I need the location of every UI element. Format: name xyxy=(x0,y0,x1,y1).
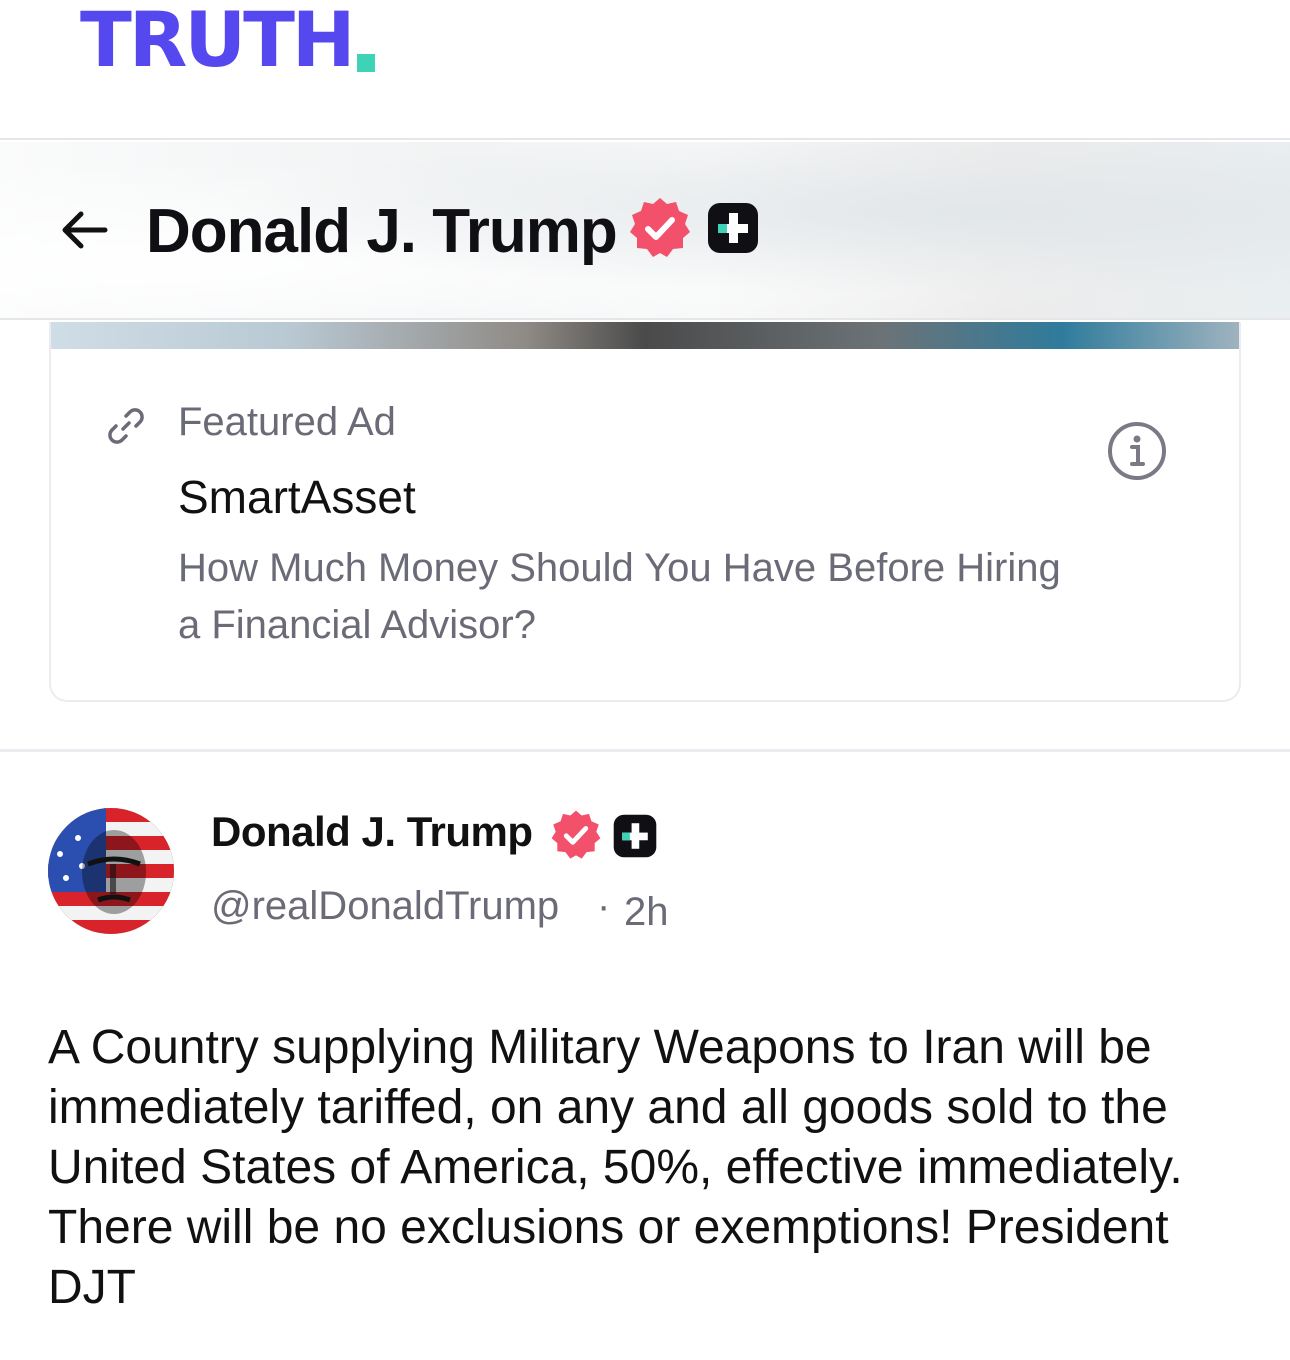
post-body: A Country supplying Military Weapons to … xyxy=(48,1021,1183,1314)
feed-divider xyxy=(0,749,1290,752)
truth-plus-icon xyxy=(708,203,758,253)
truth-logo[interactable]: TRUTH xyxy=(80,2,375,78)
link-icon xyxy=(108,408,144,444)
featured-ad-label: Featured Ad xyxy=(178,400,396,444)
ad-advertiser[interactable]: SmartAsset xyxy=(178,470,416,524)
truth-social-app: TRUTH Donald J. Trump Featured Ad SmartA… xyxy=(0,0,1290,1360)
info-icon[interactable] xyxy=(1106,420,1168,482)
author-handle[interactable]: @realDonaldTrump xyxy=(211,884,559,929)
brand-bar: TRUTH xyxy=(0,0,1290,140)
avatar-image xyxy=(48,808,174,934)
back-button[interactable] xyxy=(56,202,112,258)
page-title: Donald J. Trump xyxy=(146,197,618,266)
verified-badge-icon xyxy=(551,810,601,859)
verified-badge-icon xyxy=(630,198,690,257)
logo-dot xyxy=(356,54,375,72)
meta-separator: · xyxy=(597,884,611,928)
author-name[interactable]: Donald J. Trump xyxy=(211,808,533,856)
post-timestamp[interactable]: 2h xyxy=(624,890,669,935)
logo-text: TRUTH xyxy=(80,0,356,84)
avatar[interactable] xyxy=(48,808,174,934)
arrow-left-icon xyxy=(62,211,108,249)
truth-plus-icon xyxy=(613,814,657,858)
ad-headline[interactable]: How Much Money Should You Have Before Hi… xyxy=(178,540,1078,654)
